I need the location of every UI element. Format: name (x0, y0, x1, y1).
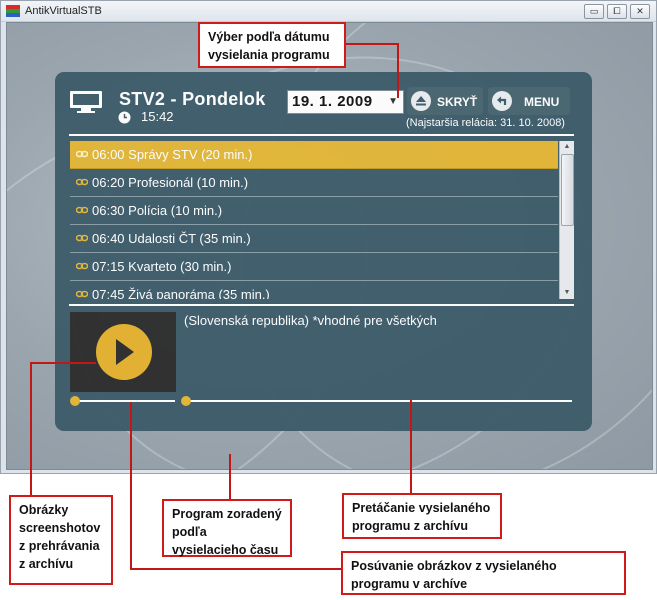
program-label: 06:30 Polícia (10 min.) (92, 203, 223, 218)
app-window: AntikVirtualSTB ▭ ⧠ ✕ STV2 - Pondelok 15… (0, 0, 657, 474)
record-link-icon (76, 150, 88, 158)
program-row[interactable]: 06:40 Udalosti ČT (35 min.) (70, 225, 558, 253)
leader-line (30, 362, 96, 364)
header-divider (69, 134, 574, 136)
program-row[interactable]: 06:30 Polícia (10 min.) (70, 197, 558, 225)
leader-line (397, 43, 399, 98)
tv-icon (70, 91, 102, 113)
scroll-down-icon[interactable]: ▼ (560, 287, 574, 299)
callout-date-selection: Výber podľa dátumu vysielania programu (198, 22, 346, 68)
leader-line (410, 400, 412, 493)
menu-button[interactable]: MENU (488, 87, 570, 115)
leader-line (130, 568, 341, 570)
program-description: (Slovenská republika) *vhodné pre všetký… (184, 313, 437, 328)
screenshot-scroll-handle[interactable] (70, 396, 80, 406)
program-label: 06:20 Profesionál (10 min.) (92, 175, 249, 190)
oldest-program-note: (Najstaršia relácia: 31. 10. 2008) (406, 117, 565, 129)
callout-seek: Pretáčanie vysielaného programu z archív… (342, 493, 502, 539)
eject-icon (411, 91, 431, 111)
record-link-icon (76, 290, 88, 298)
leader-line (30, 362, 32, 495)
program-row[interactable]: 07:15 Kvarteto (30 min.) (70, 253, 558, 281)
play-icon (116, 339, 134, 365)
minimize-button[interactable]: ▭ (584, 4, 604, 19)
current-time: 15:42 (141, 109, 174, 124)
list-divider (69, 304, 574, 306)
scrollbar-thumb[interactable] (561, 154, 574, 226)
program-label: 07:45 Živá panoráma (35 min.) (92, 287, 270, 299)
leader-line (130, 402, 132, 570)
leader-line (229, 454, 231, 499)
leader-line (346, 43, 398, 45)
channel-title: STV2 - Pondelok (119, 89, 266, 109)
archive-screenshot[interactable] (70, 312, 176, 392)
program-label: 07:15 Kvarteto (30 min.) (92, 259, 232, 274)
back-icon (492, 91, 512, 111)
seek-handle[interactable] (181, 396, 191, 406)
program-list: 06:00 Správy STV (20 min.) 06:20 Profesi… (70, 141, 558, 299)
seek-track[interactable] (186, 400, 572, 402)
menu-button-label: MENU (524, 95, 560, 109)
close-button[interactable]: ✕ (630, 4, 650, 19)
hide-button[interactable]: SKRYŤ (407, 87, 483, 115)
record-link-icon (76, 234, 88, 242)
screenshot-scroll-track[interactable] (75, 400, 175, 402)
epg-panel: STV2 - Pondelok 15:42 19. 1. 2009 ▼ SKRY… (55, 72, 592, 431)
play-button[interactable] (96, 324, 152, 380)
maximize-button[interactable]: ⧠ (607, 4, 627, 19)
program-label: 06:00 Správy STV (20 min.) (92, 147, 253, 162)
program-row[interactable]: 06:20 Profesionál (10 min.) (70, 169, 558, 197)
title-bar: AntikVirtualSTB ▭ ⧠ ✕ (1, 1, 656, 22)
window-title: AntikVirtualSTB (25, 5, 102, 17)
hide-button-label: SKRYŤ (437, 95, 478, 109)
scroll-up-icon[interactable]: ▲ (560, 141, 574, 153)
date-value: 19. 1. 2009 (292, 93, 373, 110)
app-logo-icon (6, 5, 20, 17)
callout-screenshots: Obrázky screenshotov z prehrávania z arc… (9, 495, 113, 585)
record-link-icon (76, 206, 88, 214)
callout-program-sorted: Program zoradený podľa vysielacieho času (162, 499, 292, 557)
program-label: 06:40 Udalosti ČT (35 min.) (92, 231, 251, 246)
program-list-scrollbar[interactable]: ▲ ▼ (559, 141, 574, 299)
program-row[interactable]: 07:45 Živá panoráma (35 min.) (70, 281, 558, 299)
date-select[interactable]: 19. 1. 2009 ▼ (287, 90, 404, 114)
program-row[interactable]: 06:00 Správy STV (20 min.) (70, 141, 558, 169)
record-link-icon (76, 178, 88, 186)
record-link-icon (76, 262, 88, 270)
clock-icon (118, 111, 131, 124)
callout-scroll-images: Posúvanie obrázkov z vysielaného program… (341, 551, 626, 595)
